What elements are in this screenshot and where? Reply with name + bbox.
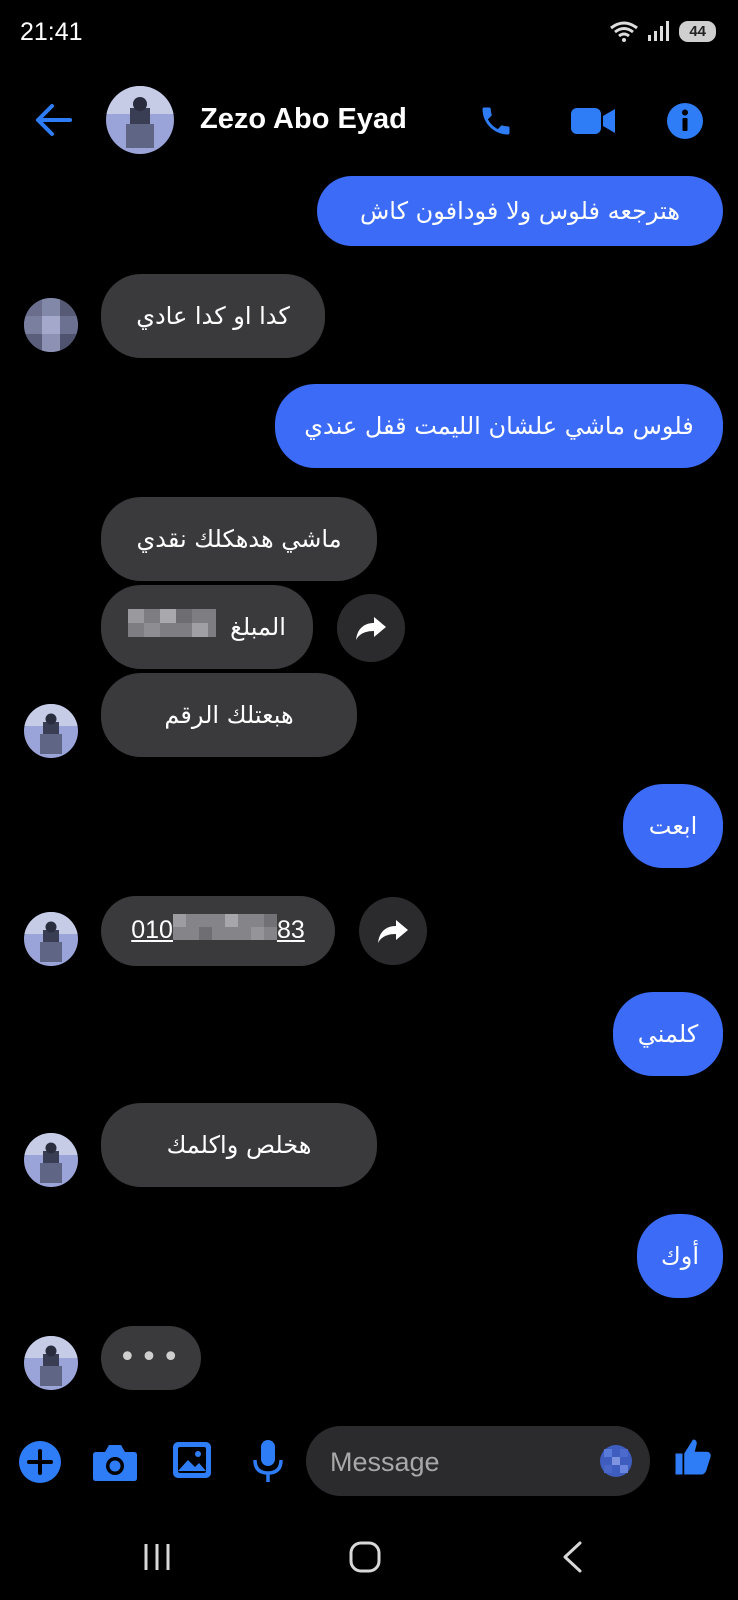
message-incoming-amount[interactable]: المبلغ — [101, 585, 313, 669]
message-text: المبلغ — [230, 613, 286, 641]
message-outgoing[interactable]: أوك — [637, 1214, 723, 1298]
battery-badge: 44 — [679, 20, 716, 42]
back-nav-icon[interactable] — [560, 1540, 584, 1574]
like-icon[interactable] — [672, 1436, 714, 1478]
message-incoming-phone[interactable]: 010 83 — [101, 896, 335, 966]
phone-icon[interactable] — [478, 103, 514, 139]
phone-prefix: 010 — [131, 916, 173, 945]
message-outgoing[interactable]: ابعت — [623, 784, 723, 868]
contact-name[interactable]: Zezo Abo Eyad — [200, 103, 407, 136]
message-text: كلمني — [637, 1020, 699, 1048]
status-icons: 44 — [609, 20, 716, 42]
message-outgoing[interactable]: هترجعه فلوس ولا فودافون كاش — [317, 176, 723, 246]
message-outgoing[interactable]: فلوس ماشي علشان الليمت قفل عندي — [275, 384, 723, 468]
info-icon[interactable] — [666, 102, 704, 140]
message-text: ابعت — [648, 812, 698, 840]
video-icon[interactable] — [570, 104, 616, 138]
phone-suffix: 83 — [276, 916, 305, 945]
gallery-icon[interactable] — [171, 1440, 213, 1480]
typing-indicator: ••• — [101, 1326, 201, 1390]
camera-icon[interactable] — [92, 1442, 138, 1482]
message-text: أوك — [660, 1242, 700, 1270]
sender-avatar-blurred — [24, 298, 78, 352]
sender-avatar — [24, 1133, 78, 1187]
sender-avatar — [24, 704, 78, 758]
mic-icon[interactable] — [251, 1438, 285, 1484]
recents-icon[interactable] — [142, 1542, 172, 1572]
message-outgoing[interactable]: كلمني — [613, 992, 723, 1076]
redacted-digits — [172, 913, 277, 949]
share-icon — [378, 920, 408, 943]
message-text: هترجعه فلوس ولا فودافون كاش — [359, 197, 681, 225]
sender-avatar — [24, 1336, 78, 1390]
contact-avatar[interactable] — [106, 86, 174, 154]
message-incoming[interactable]: هخلص واكلمك — [101, 1103, 377, 1187]
message-incoming[interactable]: ماشي هدهكلك نقدي — [101, 497, 377, 581]
message-incoming[interactable]: هبعتلك الرقم — [101, 673, 357, 757]
plus-icon[interactable] — [18, 1440, 62, 1484]
message-text: هخلص واكلمك — [166, 1131, 312, 1159]
message-text: فلوس ماشي علشان الليمت قفل عندي — [304, 412, 694, 440]
wifi-icon — [610, 21, 639, 42]
sender-avatar — [24, 912, 78, 966]
redacted-amount — [128, 608, 217, 646]
message-composer[interactable] — [306, 1426, 650, 1498]
phone-number-link[interactable]: 010 83 — [131, 913, 305, 949]
home-icon[interactable] — [348, 1540, 382, 1574]
signal-icon — [648, 21, 670, 41]
share-button[interactable] — [359, 897, 427, 965]
share-button[interactable] — [337, 594, 405, 662]
message-input[interactable] — [328, 1426, 572, 1498]
message-incoming[interactable]: كدا او كدا عادي — [101, 274, 325, 358]
emoji-icon[interactable] — [596, 1441, 636, 1485]
back-arrow-icon[interactable] — [34, 103, 74, 137]
message-text: هبعتلك الرقم — [164, 701, 294, 729]
status-time: 21:41 — [20, 18, 83, 46]
message-text: ماشي هدهكلك نقدي — [136, 525, 342, 553]
share-icon — [356, 617, 386, 640]
message-text: كدا او كدا عادي — [136, 302, 290, 330]
